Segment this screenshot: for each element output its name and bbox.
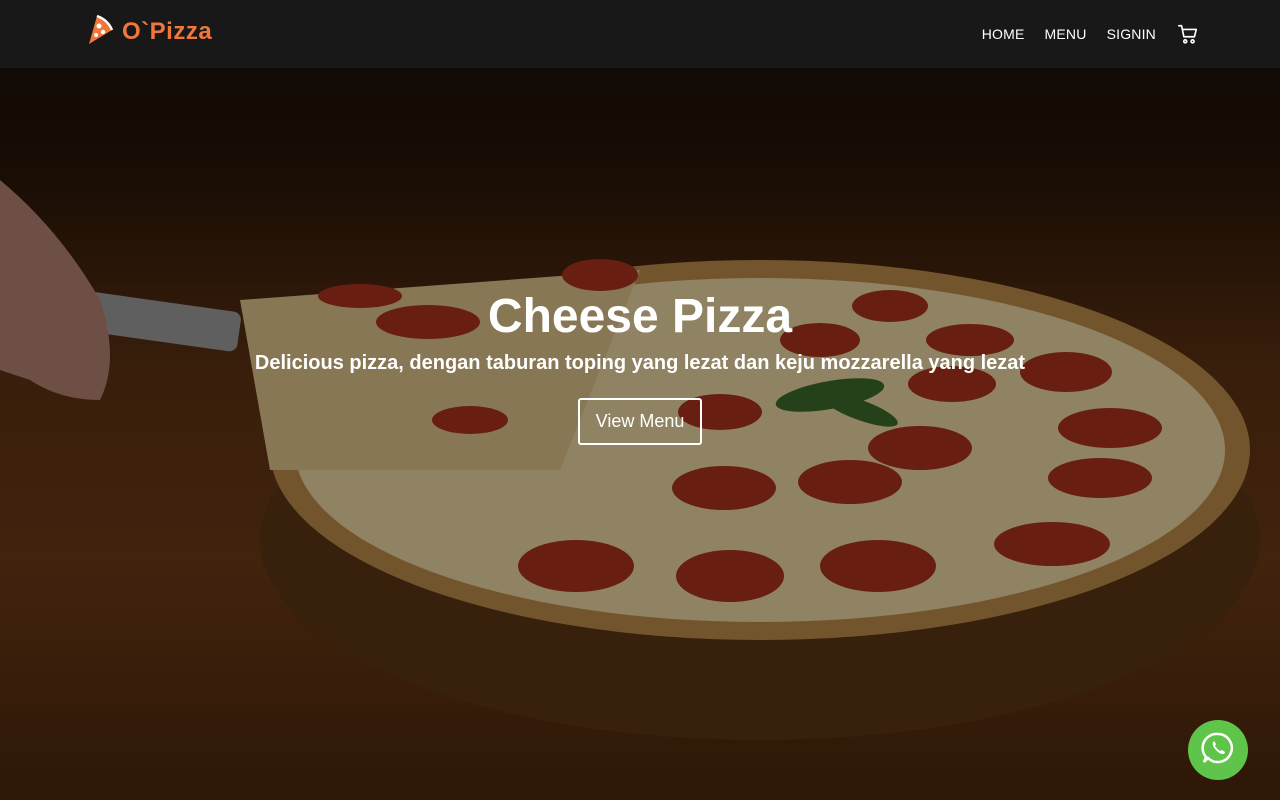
view-menu-button[interactable]: View Menu [577, 398, 703, 445]
navbar: O`Pizza HOME MENU SIGNIN [0, 0, 1280, 68]
nav-signin-link[interactable]: SIGNIN [1107, 26, 1156, 42]
hero-title: Cheese Pizza [487, 290, 793, 343]
cart-icon[interactable] [1176, 22, 1200, 46]
whatsapp-button[interactable] [1188, 720, 1248, 780]
whatsapp-icon [1201, 731, 1235, 770]
pizza-slice-icon [86, 14, 114, 51]
nav-links: HOME MENU SIGNIN [982, 20, 1200, 48]
hero-content: Cheese Pizza Delicious pizza, dengan tab… [0, 288, 1280, 445]
nav-menu-link[interactable]: MENU [1045, 26, 1087, 42]
nav-home-link[interactable]: HOME [982, 26, 1025, 42]
brand-logo[interactable]: O`Pizza [86, 14, 212, 50]
brand-name: O`Pizza [122, 18, 213, 45]
hero-subtitle: Delicious pizza, dengan taburan toping y… [254, 352, 1026, 374]
